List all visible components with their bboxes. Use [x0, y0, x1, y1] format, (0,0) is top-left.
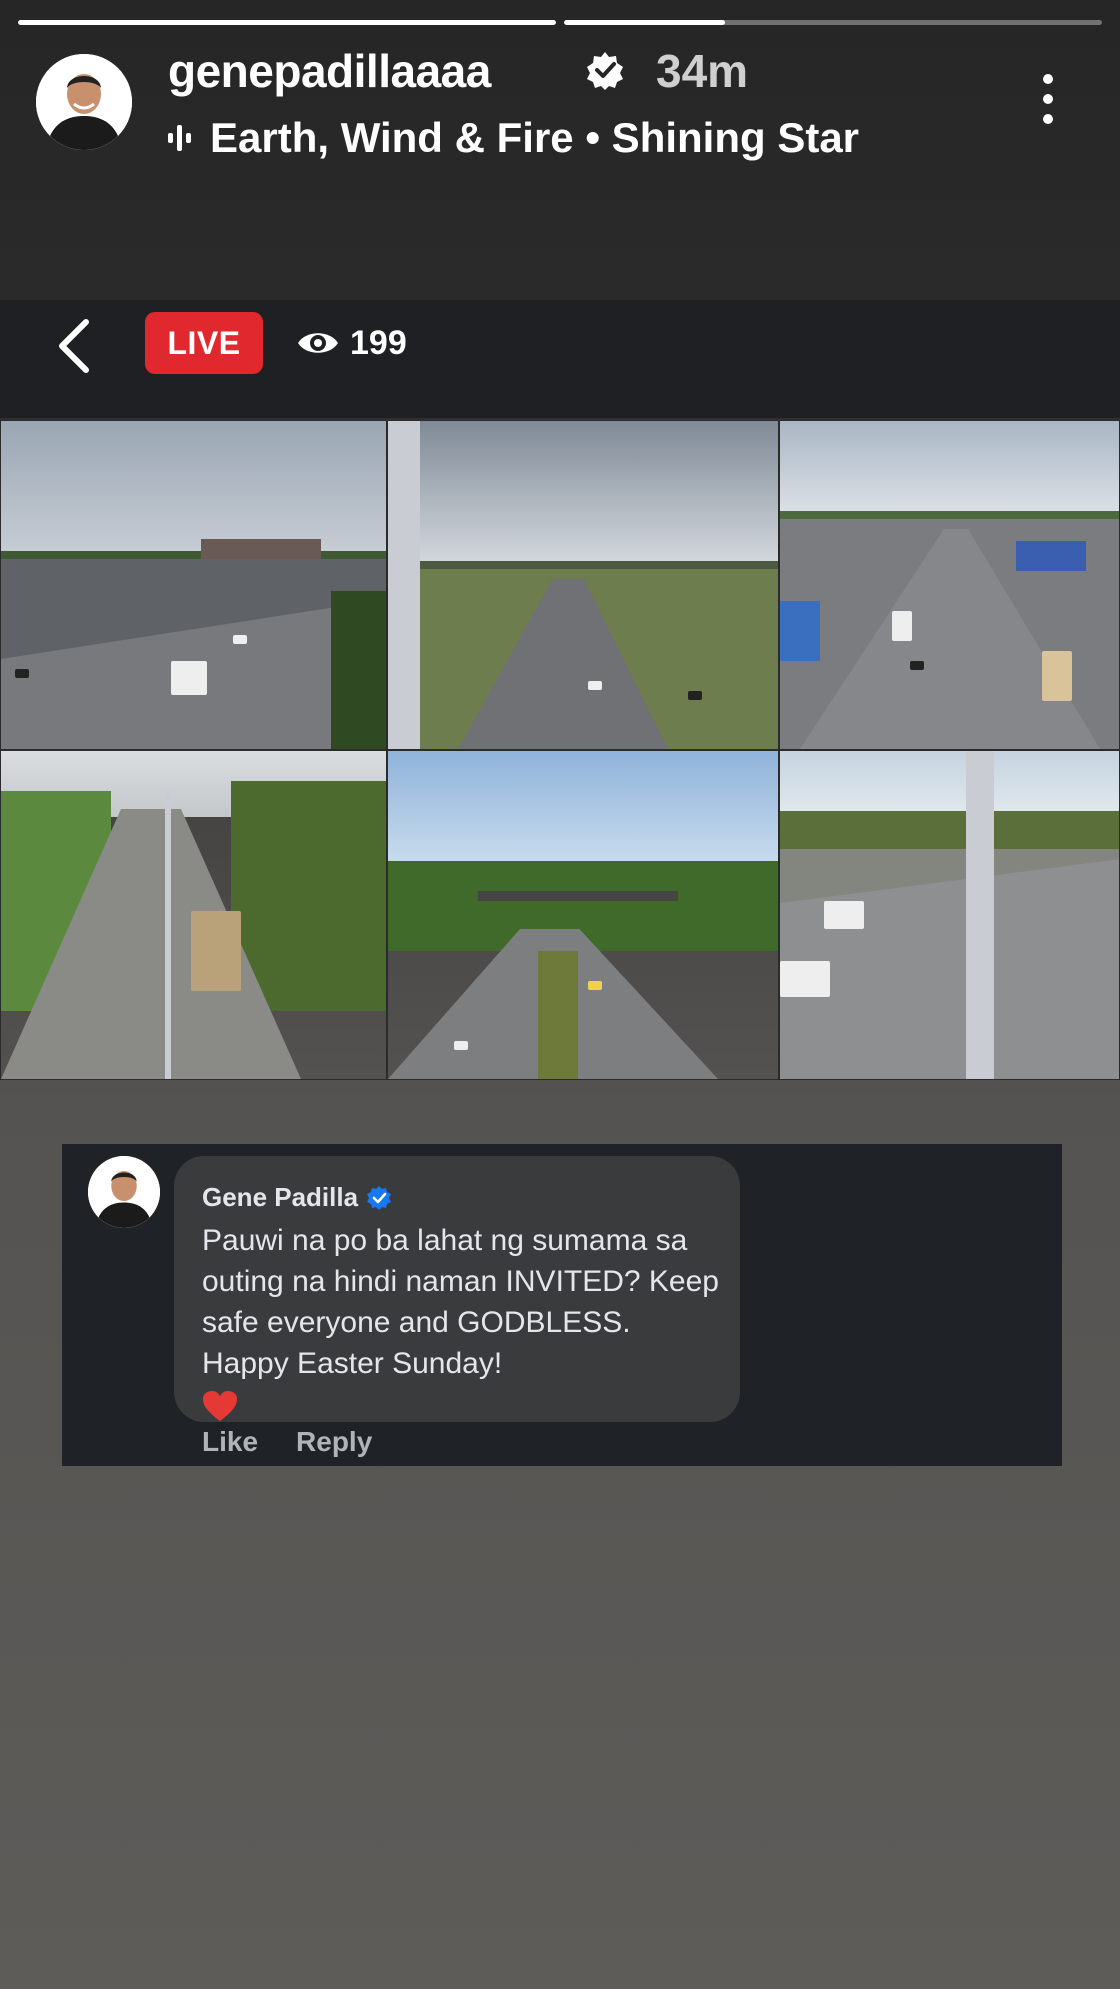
music-attribution[interactable]: Earth, Wind & Fire • Shining Star [168, 114, 859, 162]
reply-button[interactable]: Reply [296, 1426, 372, 1458]
traffic-camera-grid [0, 420, 1120, 1080]
eye-icon [298, 333, 338, 353]
story-username[interactable]: genepadillaaaa [168, 44, 491, 98]
music-bars-icon [168, 125, 191, 151]
comment-text: Pauwi na po ba lahat ng sumama sa outing… [202, 1224, 719, 1380]
camera-feed-4 [0, 750, 387, 1080]
music-label: Earth, Wind & Fire • Shining Star [210, 114, 860, 161]
story-time: 34m [656, 45, 749, 97]
back-chevron-icon[interactable] [52, 316, 98, 376]
story-progress [18, 20, 1102, 25]
live-badge: LIVE [145, 312, 263, 374]
comment-author[interactable]: Gene Padilla [202, 1182, 358, 1213]
more-vertical-icon[interactable] [1036, 74, 1060, 126]
comment-avatar[interactable] [88, 1156, 160, 1228]
heart-icon [203, 1391, 237, 1422]
verified-badge-icon [367, 1185, 392, 1210]
progress-segment-2 [564, 20, 1102, 25]
camera-feed-1 [0, 420, 387, 750]
camera-feed-3 [779, 420, 1120, 750]
profile-avatar[interactable] [36, 54, 132, 150]
camera-feed-5 [387, 750, 779, 1080]
viewer-count: 199 [350, 324, 407, 362]
comment-card: Gene Padilla Pauwi na po ba lahat ng sum… [62, 1144, 1062, 1466]
comment-actions: Like Reply [202, 1426, 372, 1458]
camera-feed-2 [387, 420, 779, 750]
comment-author-row: Gene Padilla [202, 1182, 392, 1213]
comment-body: Pauwi na po ba lahat ng sumama sa outing… [202, 1220, 722, 1425]
progress-segment-1 [18, 20, 556, 25]
camera-feed-6 [779, 750, 1120, 1080]
verified-badge-icon [587, 52, 623, 90]
like-button[interactable]: Like [202, 1426, 258, 1458]
comment-bubble: Gene Padilla Pauwi na po ba lahat ng sum… [174, 1156, 740, 1422]
